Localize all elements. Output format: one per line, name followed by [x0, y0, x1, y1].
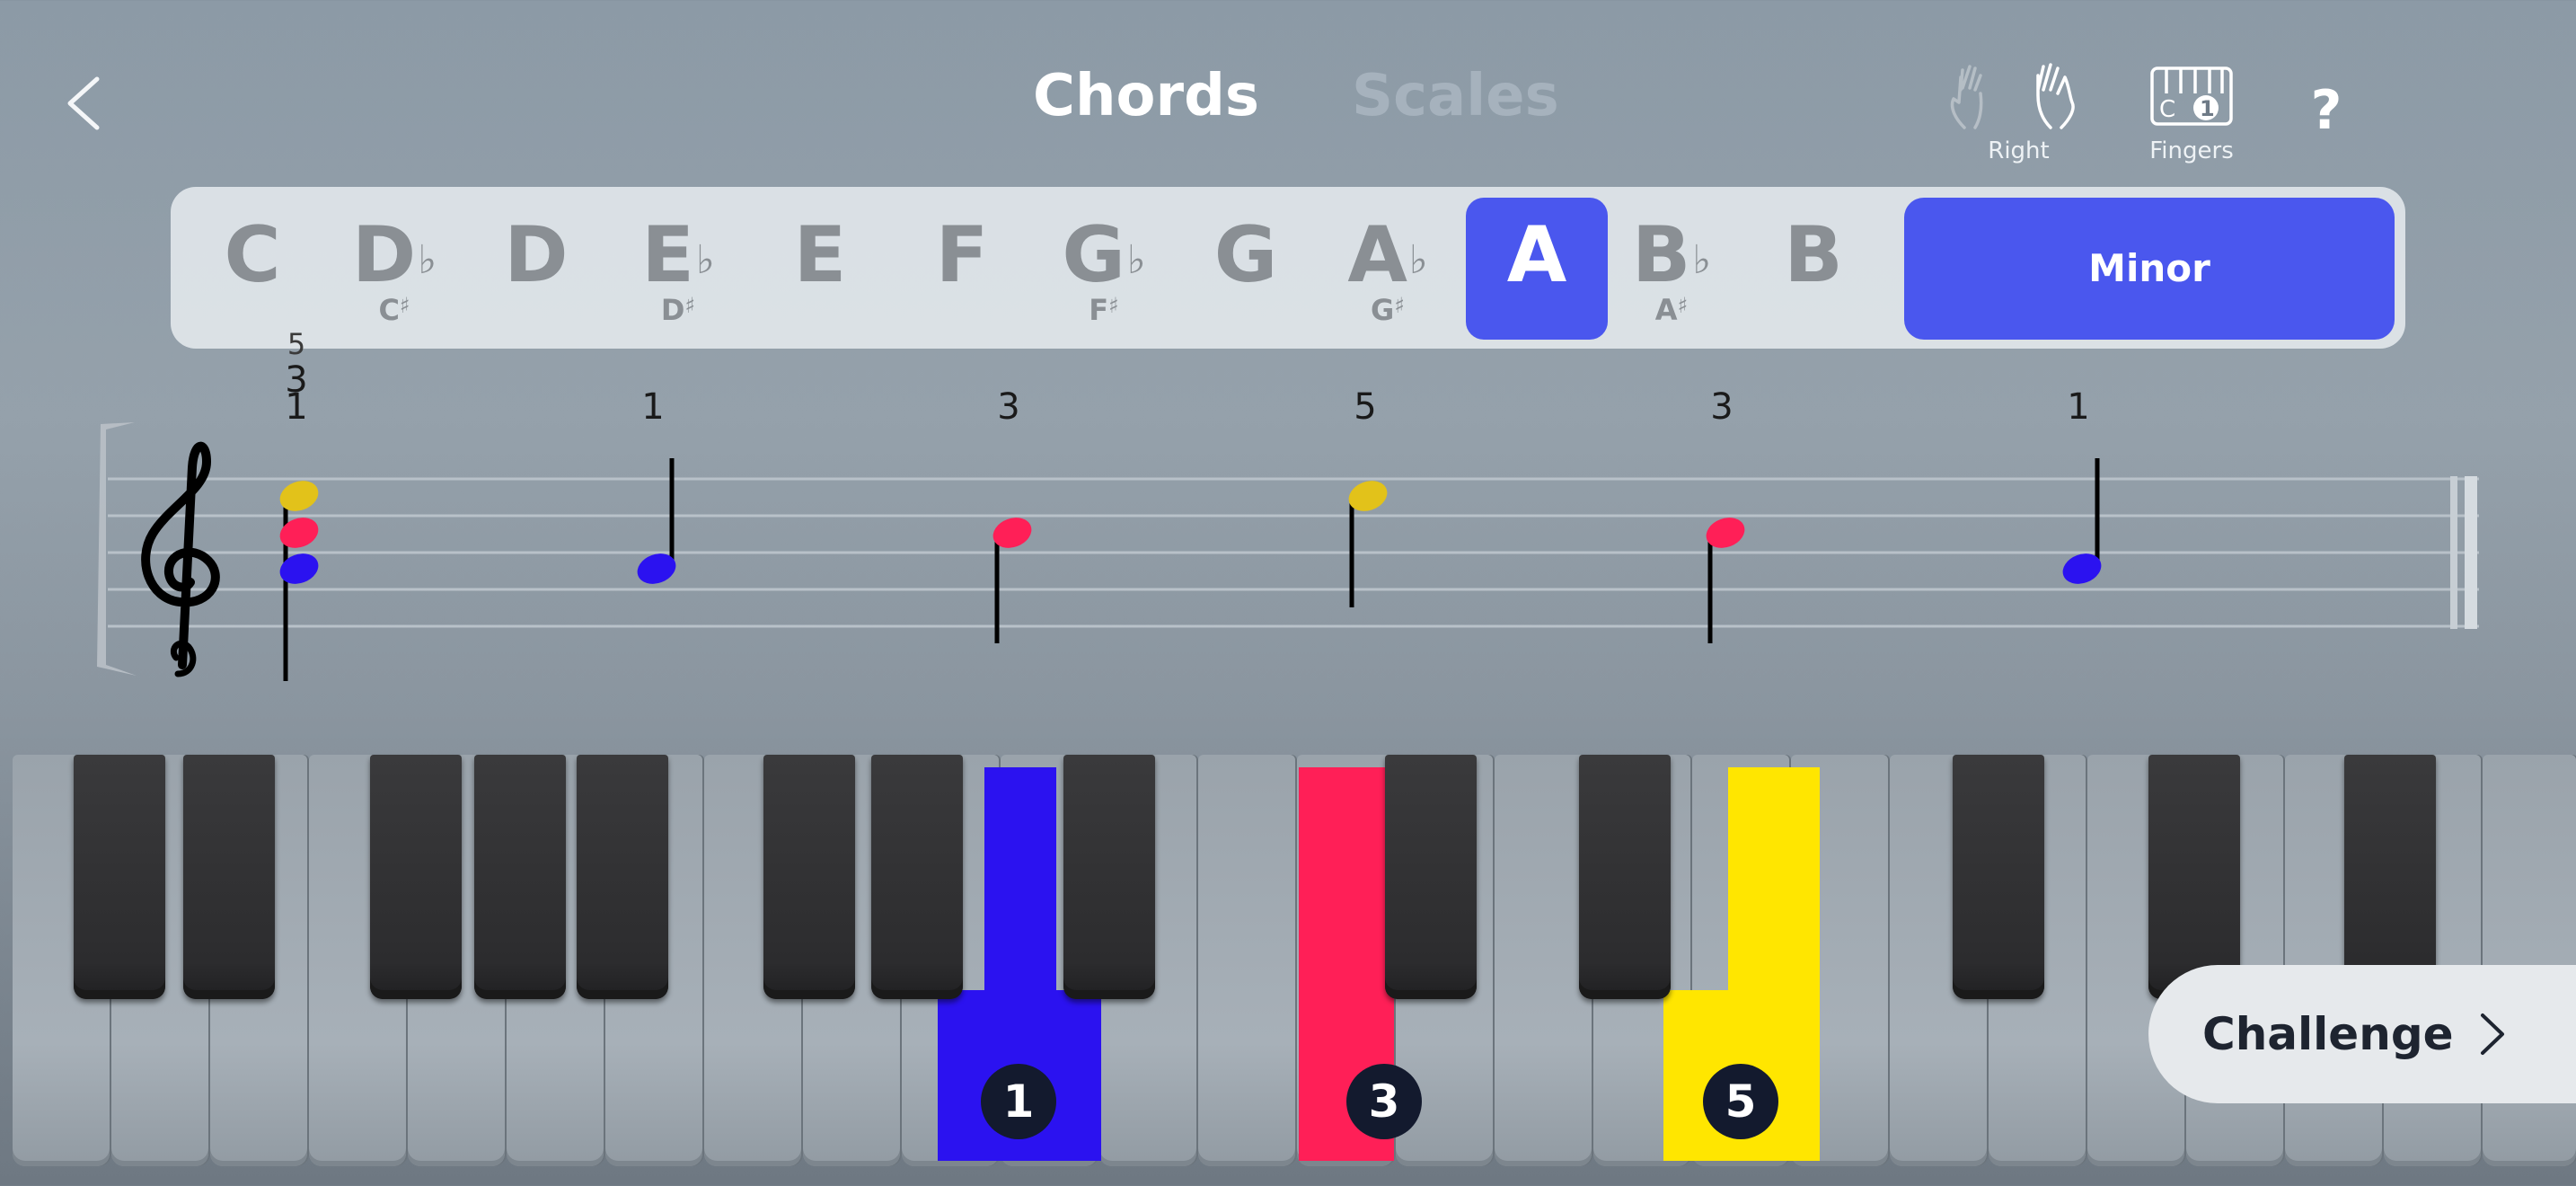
piano-keyboard: 1 3 5: [13, 755, 2576, 1177]
black-key[interactable]: [474, 755, 566, 999]
finger-badge-5: 5: [1703, 1064, 1778, 1139]
black-key[interactable]: [763, 755, 855, 999]
treble-clef-icon: [141, 441, 220, 677]
black-key[interactable]: [1579, 755, 1671, 999]
key-c[interactable]: C: [181, 198, 323, 340]
key-a[interactable]: A: [1466, 198, 1608, 340]
black-key[interactable]: [871, 755, 963, 999]
challenge-label: Challenge: [2202, 1008, 2454, 1060]
note-a: [279, 553, 319, 584]
tab-scales[interactable]: Scales: [1352, 63, 1559, 129]
chord-quality-button[interactable]: Minor: [1904, 198, 2395, 340]
svg-text:C: C: [2159, 96, 2175, 123]
fingers-label: Fingers: [2149, 137, 2234, 164]
black-key[interactable]: [2344, 755, 2436, 999]
note-c: [279, 518, 319, 548]
black-key[interactable]: [2148, 755, 2240, 999]
key-e-flat[interactable]: E♭ D♯: [607, 198, 749, 340]
key-g-flat[interactable]: G♭ F♯: [1033, 198, 1175, 340]
key-e[interactable]: E: [749, 198, 891, 340]
staff-svg: [97, 422, 2479, 681]
back-button[interactable]: [63, 72, 108, 135]
chevron-left-icon: [67, 76, 100, 130]
fingers-icon: C 1: [2150, 66, 2233, 126]
tab-chords[interactable]: Chords: [1033, 63, 1259, 129]
note-e: [279, 481, 319, 511]
black-key[interactable]: [1063, 755, 1155, 999]
help-button[interactable]: ?: [2299, 79, 2353, 151]
key-d[interactable]: D: [465, 198, 607, 340]
key-selector: C D♭ C♯ D E♭ D♯ E F G♭ F♯ G A♭ G♯ A B♭ A♯ B M…: [171, 187, 2405, 349]
hands-icon: [1950, 63, 2075, 129]
black-key[interactable]: [1385, 755, 1477, 999]
key-d-flat[interactable]: D♭ C♯: [323, 198, 465, 340]
key-b[interactable]: B: [1742, 198, 1884, 340]
chevron-right-icon: [2481, 1013, 2504, 1055]
black-key[interactable]: [577, 755, 668, 999]
key-f[interactable]: F: [891, 198, 1033, 340]
black-key[interactable]: [370, 755, 462, 999]
finger-badge-3: 3: [1346, 1064, 1422, 1139]
key-g[interactable]: G: [1175, 198, 1317, 340]
music-staff: 5 3 1 1 3 5 3 1: [0, 327, 2576, 719]
key-a-flat[interactable]: A♭ G♯: [1317, 198, 1459, 340]
hand-label: Right: [1988, 137, 2050, 164]
hand-selector-button[interactable]: Right: [1945, 63, 2093, 164]
key-b-flat[interactable]: B♭ A♯: [1601, 198, 1742, 340]
chord-notes: [279, 481, 319, 681]
black-key[interactable]: [183, 755, 275, 999]
challenge-button[interactable]: Challenge: [2148, 965, 2576, 1103]
black-key[interactable]: [1953, 755, 2044, 999]
black-key[interactable]: [74, 755, 165, 999]
question-icon: ?: [2310, 79, 2342, 142]
finger-badge-1: 1: [981, 1064, 1056, 1139]
fingers-toggle-button[interactable]: C 1 Fingers: [2138, 63, 2245, 164]
svg-text:1: 1: [2200, 96, 2215, 121]
